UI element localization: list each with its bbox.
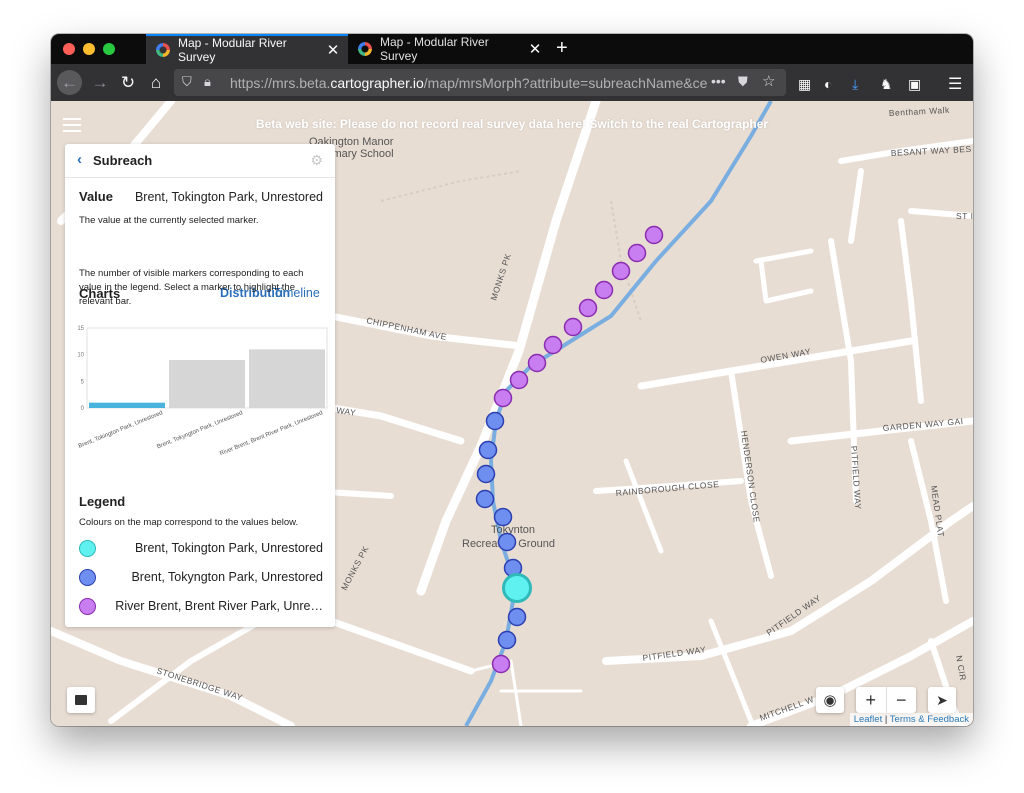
svg-text:MONKS PK: MONKS PK: [339, 544, 371, 592]
legend-label: River Brent, Brent River Park, Unre…: [115, 599, 323, 613]
map-attribution: Leaflet | Terms & Feedback: [849, 713, 973, 726]
reload-button[interactable]: ↻: [117, 70, 139, 95]
home-button[interactable]: ⌂: [145, 70, 167, 95]
lock-icon[interactable]: 🔒︎: [204, 74, 211, 90]
new-tab-icon[interactable]: +: [556, 37, 568, 60]
y-tick-label: 15: [77, 326, 84, 332]
favicon-icon: [156, 43, 170, 57]
terms-link[interactable]: Terms & Feedback: [890, 714, 969, 725]
bookmark-star-icon[interactable]: ☆: [762, 72, 775, 90]
legend-label: Brent, Tokyngton Park, Unrestored: [131, 570, 323, 584]
bar[interactable]: [249, 349, 325, 408]
nav-bar: ← → ↻ ⌂ ⛉ 🔒︎ https://mrs.beta.cartograph…: [51, 64, 973, 101]
legend-swatch: [79, 569, 96, 586]
zoom-window-button[interactable]: [103, 43, 115, 55]
legend-title: Legend: [79, 494, 126, 509]
x-tick-label: Brent, Tokyngton Park, Unrestored: [156, 410, 243, 450]
y-tick-label: 0: [81, 406, 85, 412]
svg-text:GARDEN WAY GAI: GARDEN WAY GAI: [882, 416, 964, 433]
legend-item[interactable]: Brent, Tokington Park, Unrestored: [79, 538, 323, 560]
tab-bar: Map - Modular River Survey ✕ Map - Modul…: [51, 34, 973, 64]
gear-icon[interactable]: ⚙: [310, 152, 323, 169]
bar[interactable]: [169, 360, 245, 408]
menu-icon[interactable]: ☰: [948, 74, 962, 94]
svg-text:BESANT WAY BES: BESANT WAY BES: [891, 144, 972, 158]
close-window-button[interactable]: [63, 43, 75, 55]
selected-marker: [502, 573, 532, 603]
layers-toggle-button[interactable]: [67, 687, 95, 713]
svg-text:Tokynton: Tokynton: [491, 524, 535, 536]
bar[interactable]: [89, 402, 165, 408]
minimize-window-button[interactable]: [83, 43, 95, 55]
value-text: Brent, Tokington Park, Unrestored: [134, 190, 323, 204]
distribution-chart[interactable]: 0 5 10 15 Brent, Tokington Park, UnrestoredB…: [73, 322, 335, 482]
chevron-left-icon[interactable]: ‹: [77, 151, 82, 168]
back-button[interactable]: ←: [57, 70, 82, 95]
globe-button[interactable]: ◉: [816, 687, 844, 713]
archive-icon: [75, 695, 87, 705]
value-label: Value: [79, 189, 113, 204]
legend-swatch: [79, 540, 96, 557]
browser-window: Map - Modular River Survey ✕ Map - Modul…: [51, 34, 973, 726]
attribute-panel: ‹ Subreach ⚙ Value Brent, Tokington Park…: [65, 144, 335, 627]
url-text[interactable]: https://mrs.beta.cartographer.io/map/mrs…: [230, 75, 707, 91]
zoom-control: + −: [856, 687, 916, 713]
download-icon[interactable]: ⤓: [852, 76, 858, 93]
charts-help: The number of visible markers correspond…: [79, 268, 304, 307]
leaflet-link[interactable]: Leaflet: [854, 714, 883, 725]
tab-title: Map - Modular River Survey: [178, 36, 287, 64]
location-arrow-icon: ➤: [936, 691, 948, 708]
panel-title[interactable]: Subreach: [93, 153, 152, 168]
tab-close-icon[interactable]: ✕: [324, 41, 342, 59]
zoom-out-button[interactable]: −: [887, 687, 917, 713]
more-icon[interactable]: •••: [711, 73, 726, 89]
svg-text:STONEBRIDGE WAY: STONEBRIDGE WAY: [155, 665, 244, 702]
shield-icon[interactable]: ⛉: [182, 74, 192, 90]
x-tick-label: Brent, Tokington Park, Unrestored: [78, 410, 164, 449]
tab-close-icon[interactable]: ✕: [526, 40, 544, 58]
switch-to-real-link[interactable]: Switch to the real Cartographer: [589, 117, 768, 131]
y-tick-label: 10: [77, 353, 84, 359]
forward-button[interactable]: →: [89, 70, 111, 95]
svg-text:ST I: ST I: [956, 211, 973, 221]
password-icon[interactable]: ◐: [824, 76, 832, 92]
legend-swatch: [79, 598, 96, 615]
map-view[interactable]: MONKS PK CHIPPENHAM AVE OWEN WAY GARDEN …: [51, 101, 973, 726]
legend-help: Colours on the map correspond to the val…: [79, 517, 299, 528]
zoom-in-button[interactable]: +: [856, 687, 887, 713]
svg-text:MONKS PK: MONKS PK: [488, 252, 513, 302]
pocket-icon[interactable]: ⛊: [738, 74, 748, 90]
url-bar[interactable]: ⛉ 🔒︎ https://mrs.beta.cartographer.io/ma…: [174, 69, 786, 96]
svg-text:HENDERSON CLOSE: HENDERSON CLOSE: [739, 430, 762, 523]
y-tick-label: 5: [81, 379, 85, 385]
legend-item[interactable]: Brent, Tokyngton Park, Unrestored: [79, 567, 323, 589]
extensions-icon[interactable]: ▦: [798, 76, 811, 93]
value-help: The value at the currently selected mark…: [79, 215, 259, 226]
svg-text:RAINBOROUGH CLOSE: RAINBOROUGH CLOSE: [615, 479, 719, 498]
tab-title: Map - Modular River Survey: [380, 35, 489, 63]
attribution-separator: |: [882, 714, 890, 725]
svg-text:PITFIELD WAY: PITFIELD WAY: [849, 445, 863, 510]
legend-label: Brent, Tokington Park, Unrestored: [134, 541, 323, 555]
beta-banner-text: Beta web site: Please do not record real…: [255, 117, 587, 131]
beta-banner: Beta web site: Please do not record real…: [51, 117, 973, 131]
tab-2[interactable]: Map - Modular River Survey ✕: [348, 34, 550, 64]
addon-icon[interactable]: ♞: [880, 76, 893, 93]
tab-1[interactable]: Map - Modular River Survey ✕: [146, 34, 348, 64]
svg-text:N CIR: N CIR: [954, 655, 968, 682]
locate-button[interactable]: ➤: [928, 687, 956, 713]
svg-text:WAY: WAY: [336, 405, 357, 418]
favicon-icon: [358, 42, 372, 56]
legend-item[interactable]: River Brent, Brent River Park, Unre…: [79, 596, 323, 618]
notion-icon[interactable]: ▣: [908, 76, 921, 93]
globe-icon: ◉: [823, 692, 837, 709]
panel-header: ‹ Subreach ⚙: [65, 144, 335, 178]
